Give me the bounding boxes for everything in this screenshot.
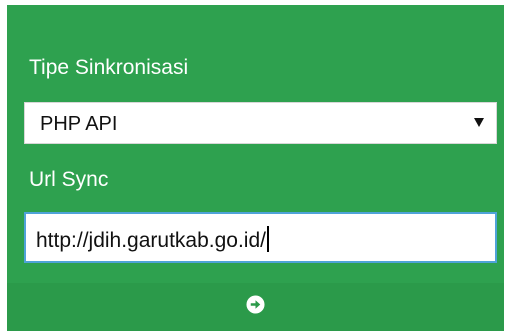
arrow-circle-right-icon[interactable] bbox=[246, 295, 265, 314]
panel-footer bbox=[7, 283, 504, 331]
dropdown-arrow-icon bbox=[474, 118, 484, 127]
sync-type-select[interactable]: PHP API bbox=[24, 102, 497, 144]
url-sync-label: Url Sync bbox=[29, 168, 109, 191]
sync-type-selected-value: PHP API bbox=[40, 113, 118, 135]
sync-settings-panel: Tipe Sinkronisasi PHP API Url Sync http:… bbox=[7, 5, 504, 331]
sync-type-label: Tipe Sinkronisasi bbox=[29, 56, 189, 79]
url-sync-value: http://jdih.garutkab.go.id/ bbox=[36, 226, 269, 253]
text-caret bbox=[267, 226, 269, 252]
url-sync-input[interactable]: http://jdih.garutkab.go.id/ bbox=[24, 212, 497, 263]
